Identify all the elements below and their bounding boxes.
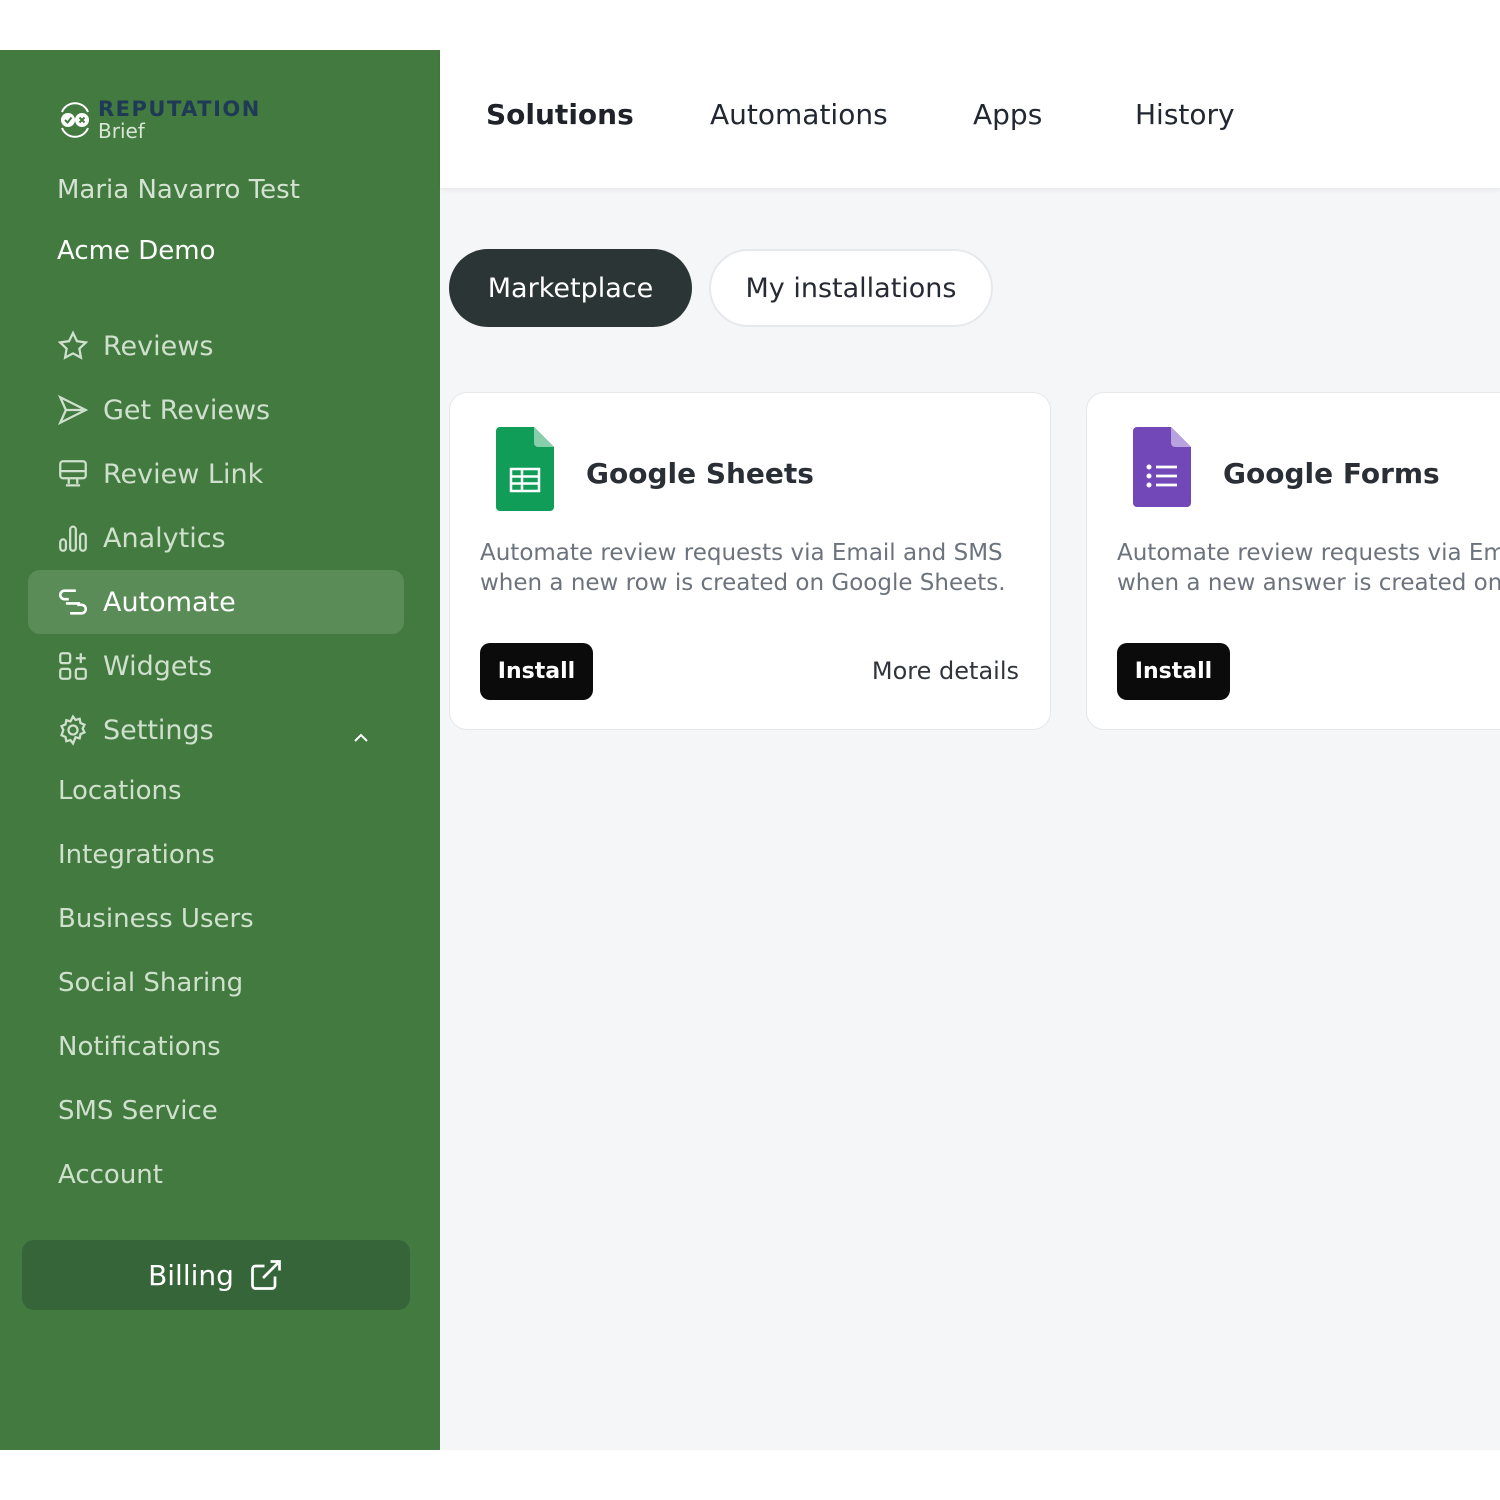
sidebar-item-reviews[interactable]: Reviews xyxy=(28,314,404,378)
sidebar-item-automate[interactable]: Automate xyxy=(28,570,404,634)
brand-name-top: REPUTATION xyxy=(98,97,261,121)
widgets-icon xyxy=(56,649,90,683)
google-forms-icon xyxy=(1133,427,1191,511)
star-icon xyxy=(56,329,90,363)
sidebar-item-label: Widgets xyxy=(103,650,213,682)
sidebar-item-label: Settings xyxy=(103,714,214,746)
tab-history[interactable]: History xyxy=(1135,98,1235,131)
user-name[interactable]: Maria Navarro Test xyxy=(57,175,300,205)
google-sheets-icon xyxy=(496,427,554,515)
chevron-up-icon[interactable] xyxy=(352,720,370,751)
sidebar: REPUTATION Brief Maria Navarro Test Acme… xyxy=(0,50,440,1450)
monitor-icon xyxy=(56,457,90,491)
more-details-link[interactable]: More details xyxy=(872,657,1019,685)
sidebar-item-label: Automate xyxy=(103,586,236,618)
sidebar-subitem-account[interactable]: Account xyxy=(58,1160,163,1190)
external-link-icon xyxy=(248,1257,284,1293)
sidebar-item-get-reviews[interactable]: Get Reviews xyxy=(28,378,404,442)
integration-card-google-sheets: Google Sheets Automate review requests v… xyxy=(449,392,1051,730)
sidebar-item-label: Review Link xyxy=(103,458,264,490)
card-title: Google Forms xyxy=(1223,457,1440,490)
integration-card-google-forms: Google Forms Automate review requests vi… xyxy=(1086,392,1500,730)
sidebar-item-review-link[interactable]: Review Link xyxy=(28,442,404,506)
tab-apps[interactable]: Apps xyxy=(973,98,1042,131)
card-description: Automate review requests via Email and S… xyxy=(480,540,1006,596)
install-button[interactable]: Install xyxy=(480,643,593,700)
tab-automations[interactable]: Automations xyxy=(710,98,888,131)
sidebar-subitem-sms-service[interactable]: SMS Service xyxy=(58,1096,218,1126)
business-name[interactable]: Acme Demo xyxy=(57,236,215,266)
install-button[interactable]: Install xyxy=(1117,643,1230,700)
link-icon xyxy=(56,585,90,619)
bar-chart-icon xyxy=(56,521,90,555)
card-title: Google Sheets xyxy=(586,457,814,490)
tab-solutions[interactable]: Solutions xyxy=(486,98,634,131)
sidebar-subitem-business-users[interactable]: Business Users xyxy=(58,904,254,934)
app-window: REPUTATION Brief Maria Navarro Test Acme… xyxy=(0,50,1500,1450)
brand-name-bottom: Brief xyxy=(98,119,145,143)
my-installations-pill[interactable]: My installations xyxy=(709,249,993,327)
gear-icon xyxy=(56,713,90,747)
reputation-brief-logo-icon xyxy=(61,102,89,138)
card-description: Automate review requests via Email and S… xyxy=(1117,540,1500,596)
billing-label: Billing xyxy=(148,1258,234,1292)
top-tab-bar: Solutions Automations Apps History xyxy=(440,50,1500,188)
sidebar-item-widgets[interactable]: Widgets xyxy=(28,634,404,698)
billing-button[interactable]: Billing xyxy=(22,1240,410,1310)
sidebar-subitem-social-sharing[interactable]: Social Sharing xyxy=(58,968,243,998)
sidebar-item-analytics[interactable]: Analytics xyxy=(28,506,404,570)
send-icon xyxy=(56,393,90,427)
sidebar-item-label: Reviews xyxy=(103,330,214,362)
sidebar-subitem-integrations[interactable]: Integrations xyxy=(58,840,215,870)
sidebar-subitem-locations[interactable]: Locations xyxy=(58,776,182,806)
sidebar-item-label: Analytics xyxy=(103,522,226,554)
sidebar-item-settings[interactable]: Settings xyxy=(28,698,404,762)
sidebar-item-label: Get Reviews xyxy=(103,394,271,426)
sidebar-subitem-notifications[interactable]: Notifications xyxy=(58,1032,221,1062)
marketplace-pill[interactable]: Marketplace xyxy=(449,249,692,327)
